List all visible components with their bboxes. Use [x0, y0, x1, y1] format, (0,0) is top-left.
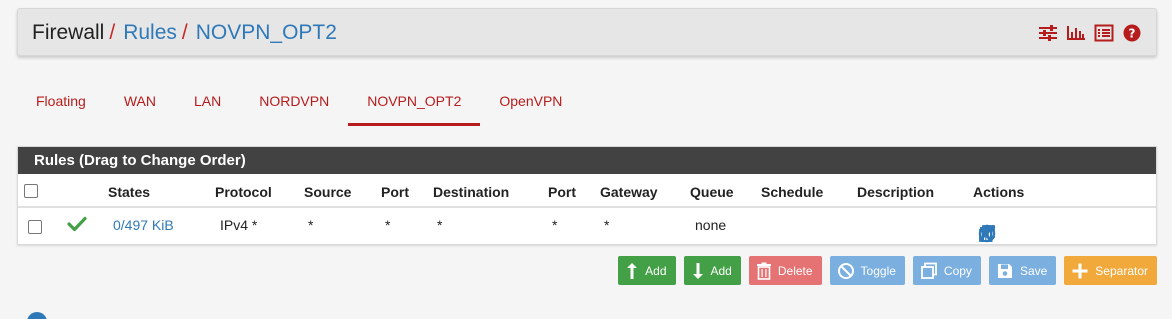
add-to-bottom-label: Add	[710, 263, 732, 278]
add-to-bottom-button[interactable]: Add	[683, 256, 741, 285]
row-gateway: *	[604, 217, 610, 233]
tab-openvpn[interactable]: OpenVPN	[480, 84, 581, 126]
tab-wan[interactable]: WAN	[105, 84, 175, 126]
row-dest-port: *	[552, 217, 558, 233]
col-protocol[interactable]: Protocol	[215, 184, 272, 200]
row-select-checkbox[interactable]	[28, 220, 42, 234]
tab-nordvpn[interactable]: NORDVPN	[240, 84, 348, 126]
page: Firewall / Rules / NOVPN_OPT2 ? Floating…	[0, 0, 1172, 319]
header-icon-bar: ?	[1038, 24, 1142, 42]
row-queue: none	[695, 217, 727, 233]
row-states-link[interactable]: 0/497 KiB	[113, 217, 174, 233]
trash-icon	[756, 262, 771, 280]
col-port[interactable]: Port	[381, 184, 409, 200]
row-source: *	[308, 217, 314, 233]
delete-label: Delete	[777, 263, 813, 278]
enabled-check-icon[interactable]	[67, 215, 87, 236]
breadcrumb: Firewall / Rules / NOVPN_OPT2	[32, 21, 337, 45]
save-icon	[997, 263, 1012, 278]
row-port: *	[385, 217, 391, 233]
copy-icon	[921, 262, 937, 279]
copy-label: Copy	[943, 263, 972, 278]
breadcrumb-separator: /	[109, 21, 116, 44]
add-to-top-button[interactable]: Add	[618, 256, 676, 285]
col-actions: Actions	[973, 184, 1025, 200]
arrow-down-icon	[692, 262, 703, 279]
col-states[interactable]: States	[108, 184, 150, 200]
breadcrumb-separator: /	[181, 21, 188, 44]
save-label: Save	[1019, 263, 1048, 278]
col-source[interactable]: Source	[304, 184, 351, 200]
info-icon[interactable]	[27, 312, 47, 319]
col-schedule[interactable]: Schedule	[761, 184, 823, 200]
col-queue[interactable]: Queue	[690, 184, 734, 200]
copy-button[interactable]: Copy	[912, 256, 981, 285]
table-row[interactable]: 0/497 KiB IPv4 * * * * * * none	[18, 208, 1156, 244]
row-protocol: IPv4 *	[220, 217, 258, 233]
col-destination[interactable]: Destination	[433, 184, 509, 200]
toggle-label: Toggle	[860, 263, 896, 278]
col-gateway[interactable]: Gateway	[600, 184, 658, 200]
bar-chart-icon[interactable]	[1066, 24, 1086, 42]
ban-icon	[837, 262, 854, 279]
add-to-top-label: Add	[645, 263, 667, 278]
close-icon[interactable]	[977, 224, 995, 244]
rules-panel: Rules (Drag to Change Order) States Prot…	[17, 146, 1157, 245]
save-button[interactable]: Save	[988, 256, 1057, 285]
breadcrumb-interface-link[interactable]: NOVPN_OPT2	[196, 21, 337, 44]
interface-tabs: Floating WAN LAN NORDVPN NOVPN_OPT2 Open…	[17, 84, 581, 126]
breadcrumb-rules-link[interactable]: Rules	[123, 21, 177, 44]
col-description[interactable]: Description	[857, 184, 934, 200]
breadcrumb-panel: Firewall / Rules / NOVPN_OPT2 ?	[17, 8, 1157, 56]
row-destination: *	[437, 217, 443, 233]
rule-action-buttons: Add Add Delete Toggle Copy Save Separato…	[618, 256, 1157, 285]
help-icon[interactable]: ?	[1122, 24, 1142, 42]
tab-floating[interactable]: Floating	[17, 84, 105, 126]
toggle-button[interactable]: Toggle	[829, 256, 905, 285]
list-icon[interactable]	[1094, 24, 1114, 42]
delete-button[interactable]: Delete	[748, 256, 822, 285]
breadcrumb-firewall: Firewall	[32, 21, 105, 44]
rules-table-header: States Protocol Source Port Destination …	[18, 174, 1156, 208]
separator-button[interactable]: Separator	[1064, 256, 1157, 285]
select-all-checkbox[interactable]	[24, 184, 38, 198]
sliders-icon[interactable]	[1038, 24, 1058, 42]
col-dest-port[interactable]: Port	[548, 184, 576, 200]
tab-novpn-opt2[interactable]: NOVPN_OPT2	[348, 84, 481, 126]
tab-lan[interactable]: LAN	[175, 84, 240, 126]
svg-text:?: ?	[1129, 27, 1136, 41]
rules-panel-title: Rules (Drag to Change Order)	[18, 147, 1156, 174]
plus-icon	[1072, 263, 1088, 278]
separator-label: Separator	[1095, 263, 1148, 278]
arrow-up-icon	[627, 262, 638, 279]
